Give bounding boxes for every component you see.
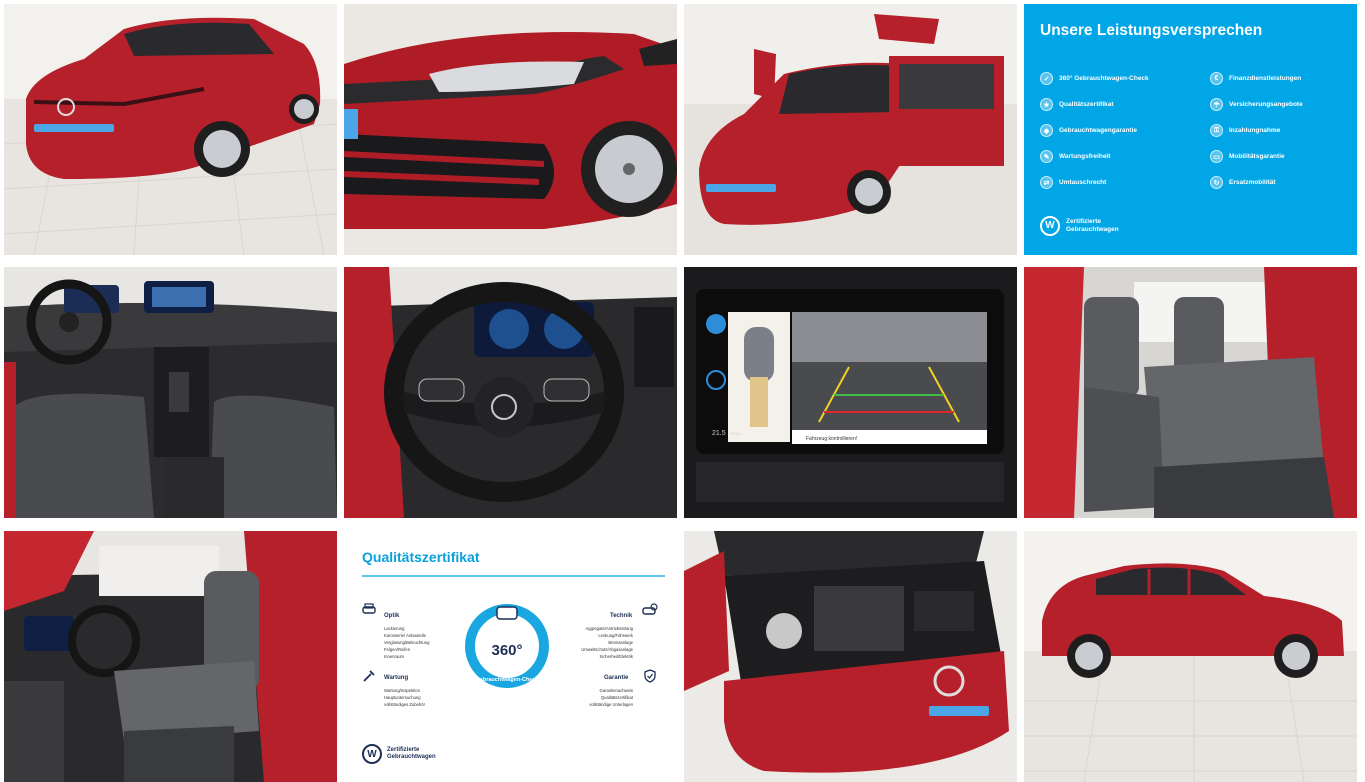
umbrella-icon: ☂ <box>1210 98 1223 111</box>
certified-brand-quality: W Zertifizierte Gebrauchtwagen <box>362 744 436 764</box>
vw-logo-icon: W <box>362 744 382 764</box>
qualitaetszertifikat-panel[interactable]: Qualitätszertifikat Optik Lackierung Karo… <box>344 531 677 782</box>
replacement-car-icon: ↻ <box>1210 176 1223 189</box>
photo-front-three-quarter[interactable] <box>4 4 337 255</box>
garantie-list: Garantienachweis Qualitätszertifikat volls… <box>589 688 633 707</box>
garantie-label: Garantie <box>604 675 629 681</box>
title-divider <box>362 575 665 577</box>
photo-cockpit-overview[interactable] <box>4 267 337 518</box>
360-check-badge: 360° Gebrauchtwagen-Check <box>465 604 549 688</box>
photo-engine-bay[interactable] <box>684 531 1017 782</box>
shield-icon: ◆ <box>1040 124 1053 137</box>
certificate-icon: ★ <box>1040 98 1053 111</box>
key-icon: ⚿ <box>1210 124 1223 137</box>
promise-item-garantie: ◆ Gebrauchtwagengarantie <box>1040 124 1137 137</box>
promise-title: Unsere Leistungsversprechen <box>1040 22 1263 39</box>
promise-item-inzahlung: ⚿ Inzahlungnahme <box>1210 124 1280 137</box>
cabin-temp: 21.5 <box>712 430 726 437</box>
wrench-wartung-icon <box>363 670 375 682</box>
photo-front-seats[interactable] <box>4 531 337 782</box>
exchange-icon: ⇄ <box>1040 176 1053 189</box>
sync-label: SYNC <box>730 431 741 436</box>
promise-item-ersatz: ↻ Ersatzmobilität <box>1210 176 1276 189</box>
photo-side-profile[interactable] <box>1024 531 1357 782</box>
car-optik-icon <box>362 603 376 614</box>
promise-item-mobilitaet: ▭ Mobilitätsgarantie <box>1210 150 1285 163</box>
promise-item-wartung: ✎ Wartungsfreiheit <box>1040 150 1110 163</box>
promise-item-versicherung: ☂ Versicherungsangebote <box>1210 98 1303 111</box>
promise-item-finanz: € Finanzdienstleistungen <box>1210 72 1301 85</box>
shield-garantie-icon <box>644 669 656 683</box>
car-icon: ▭ <box>1210 150 1223 163</box>
check-icon: ✓ <box>1040 72 1053 85</box>
technik-list: Aggregate/Antriebsstrang Lenkung/Fahrwerk… <box>581 626 633 659</box>
wrench-icon: ✎ <box>1040 150 1053 163</box>
car-technik-icon <box>642 603 658 615</box>
photo-steering-wheel[interactable] <box>344 267 677 518</box>
optik-label: Optik <box>384 613 400 619</box>
photo-headlight-detail[interactable] <box>344 4 677 255</box>
wartung-label: Wartung <box>384 675 409 681</box>
badge-value: 360° <box>491 642 522 659</box>
promise-item-360-check: ✓ 360° Gebrauchtwagen-Check <box>1040 72 1149 85</box>
vw-logo-icon: W <box>1040 216 1060 236</box>
certified-brand: W Zertifizierte Gebrauchtwagen <box>1040 216 1119 236</box>
photo-rear-seats[interactable] <box>1024 267 1357 518</box>
badge-text: Gebrauchtwagen-Check <box>476 677 540 683</box>
optik-list: Lackierung Karosserie/ Anbauteile Verglasu… <box>384 626 430 659</box>
promise-item-umtausch: ⇄ Umtauschrecht <box>1040 176 1106 189</box>
leistungsversprechen-panel[interactable]: Unsere Leistungsversprechen ✓ 360° Gebrau… <box>1024 4 1357 255</box>
camera-warning: Fahrzeug kontrollieren! <box>806 436 857 442</box>
quality-title: Qualitätszertifikat <box>362 549 480 565</box>
photo-doors-open[interactable] <box>684 4 1017 255</box>
promise-item-qualitaet: ★ Qualitätszertifikat <box>1040 98 1114 111</box>
photo-parking-camera[interactable]: 21.5 SYNC Fahrzeug kontrollieren! <box>684 267 1017 518</box>
wartung-list: Wartung/Inspektion Hauptuntersuchung volls… <box>384 688 425 707</box>
finance-icon: € <box>1210 72 1223 85</box>
technik-label: Technik <box>610 613 633 619</box>
